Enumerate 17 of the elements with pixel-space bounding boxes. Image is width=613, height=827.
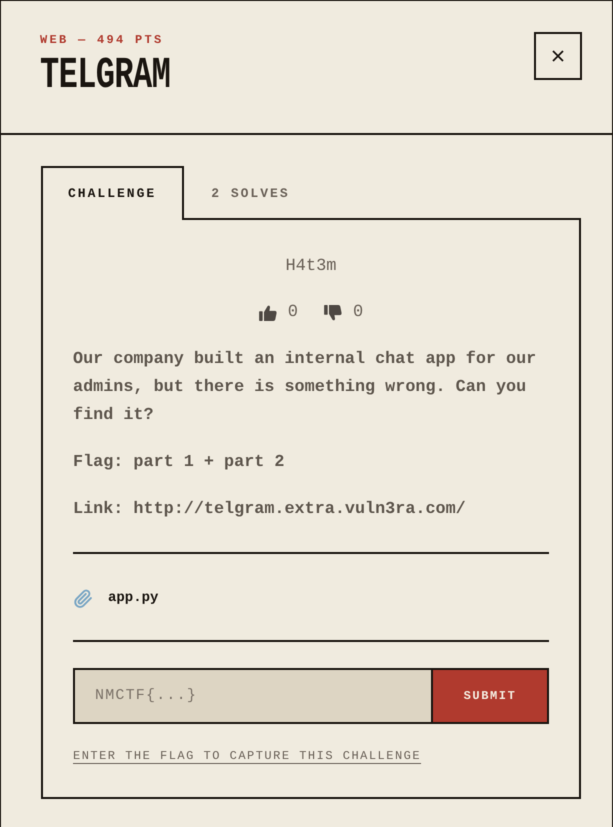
tab[interactable]: 2 SOLVES	[184, 166, 318, 220]
challenge-category: WEB — 494 PTS	[40, 32, 165, 48]
author-name: H4t3m	[284, 256, 338, 278]
close-icon	[552, 50, 564, 62]
challenge-title: TELGRAM	[40, 54, 170, 98]
flag-hint: ENTER THE FLAG TO CAPTURE THIS CHALLENGE	[73, 749, 422, 763]
description-text: Flag: part 1 + part 2	[73, 452, 286, 474]
thumbs-up-icon[interactable]	[258, 305, 277, 321]
close-button[interactable]	[534, 32, 582, 80]
description-text: Our company built an internal chat app for our admins, but there is something wrong. Can you find it?	[73, 349, 538, 427]
vote-count: 0	[353, 302, 364, 324]
vote-count: 0	[288, 302, 298, 324]
thumbs-down-icon[interactable]	[324, 305, 342, 321]
paperclip-icon	[73, 588, 94, 608]
tab[interactable]: CHALLENGE	[41, 166, 184, 220]
file-link[interactable]: app.py	[108, 588, 158, 608]
description-text: Link: http://telgram.extra.vuln3ra.com/	[73, 499, 467, 521]
